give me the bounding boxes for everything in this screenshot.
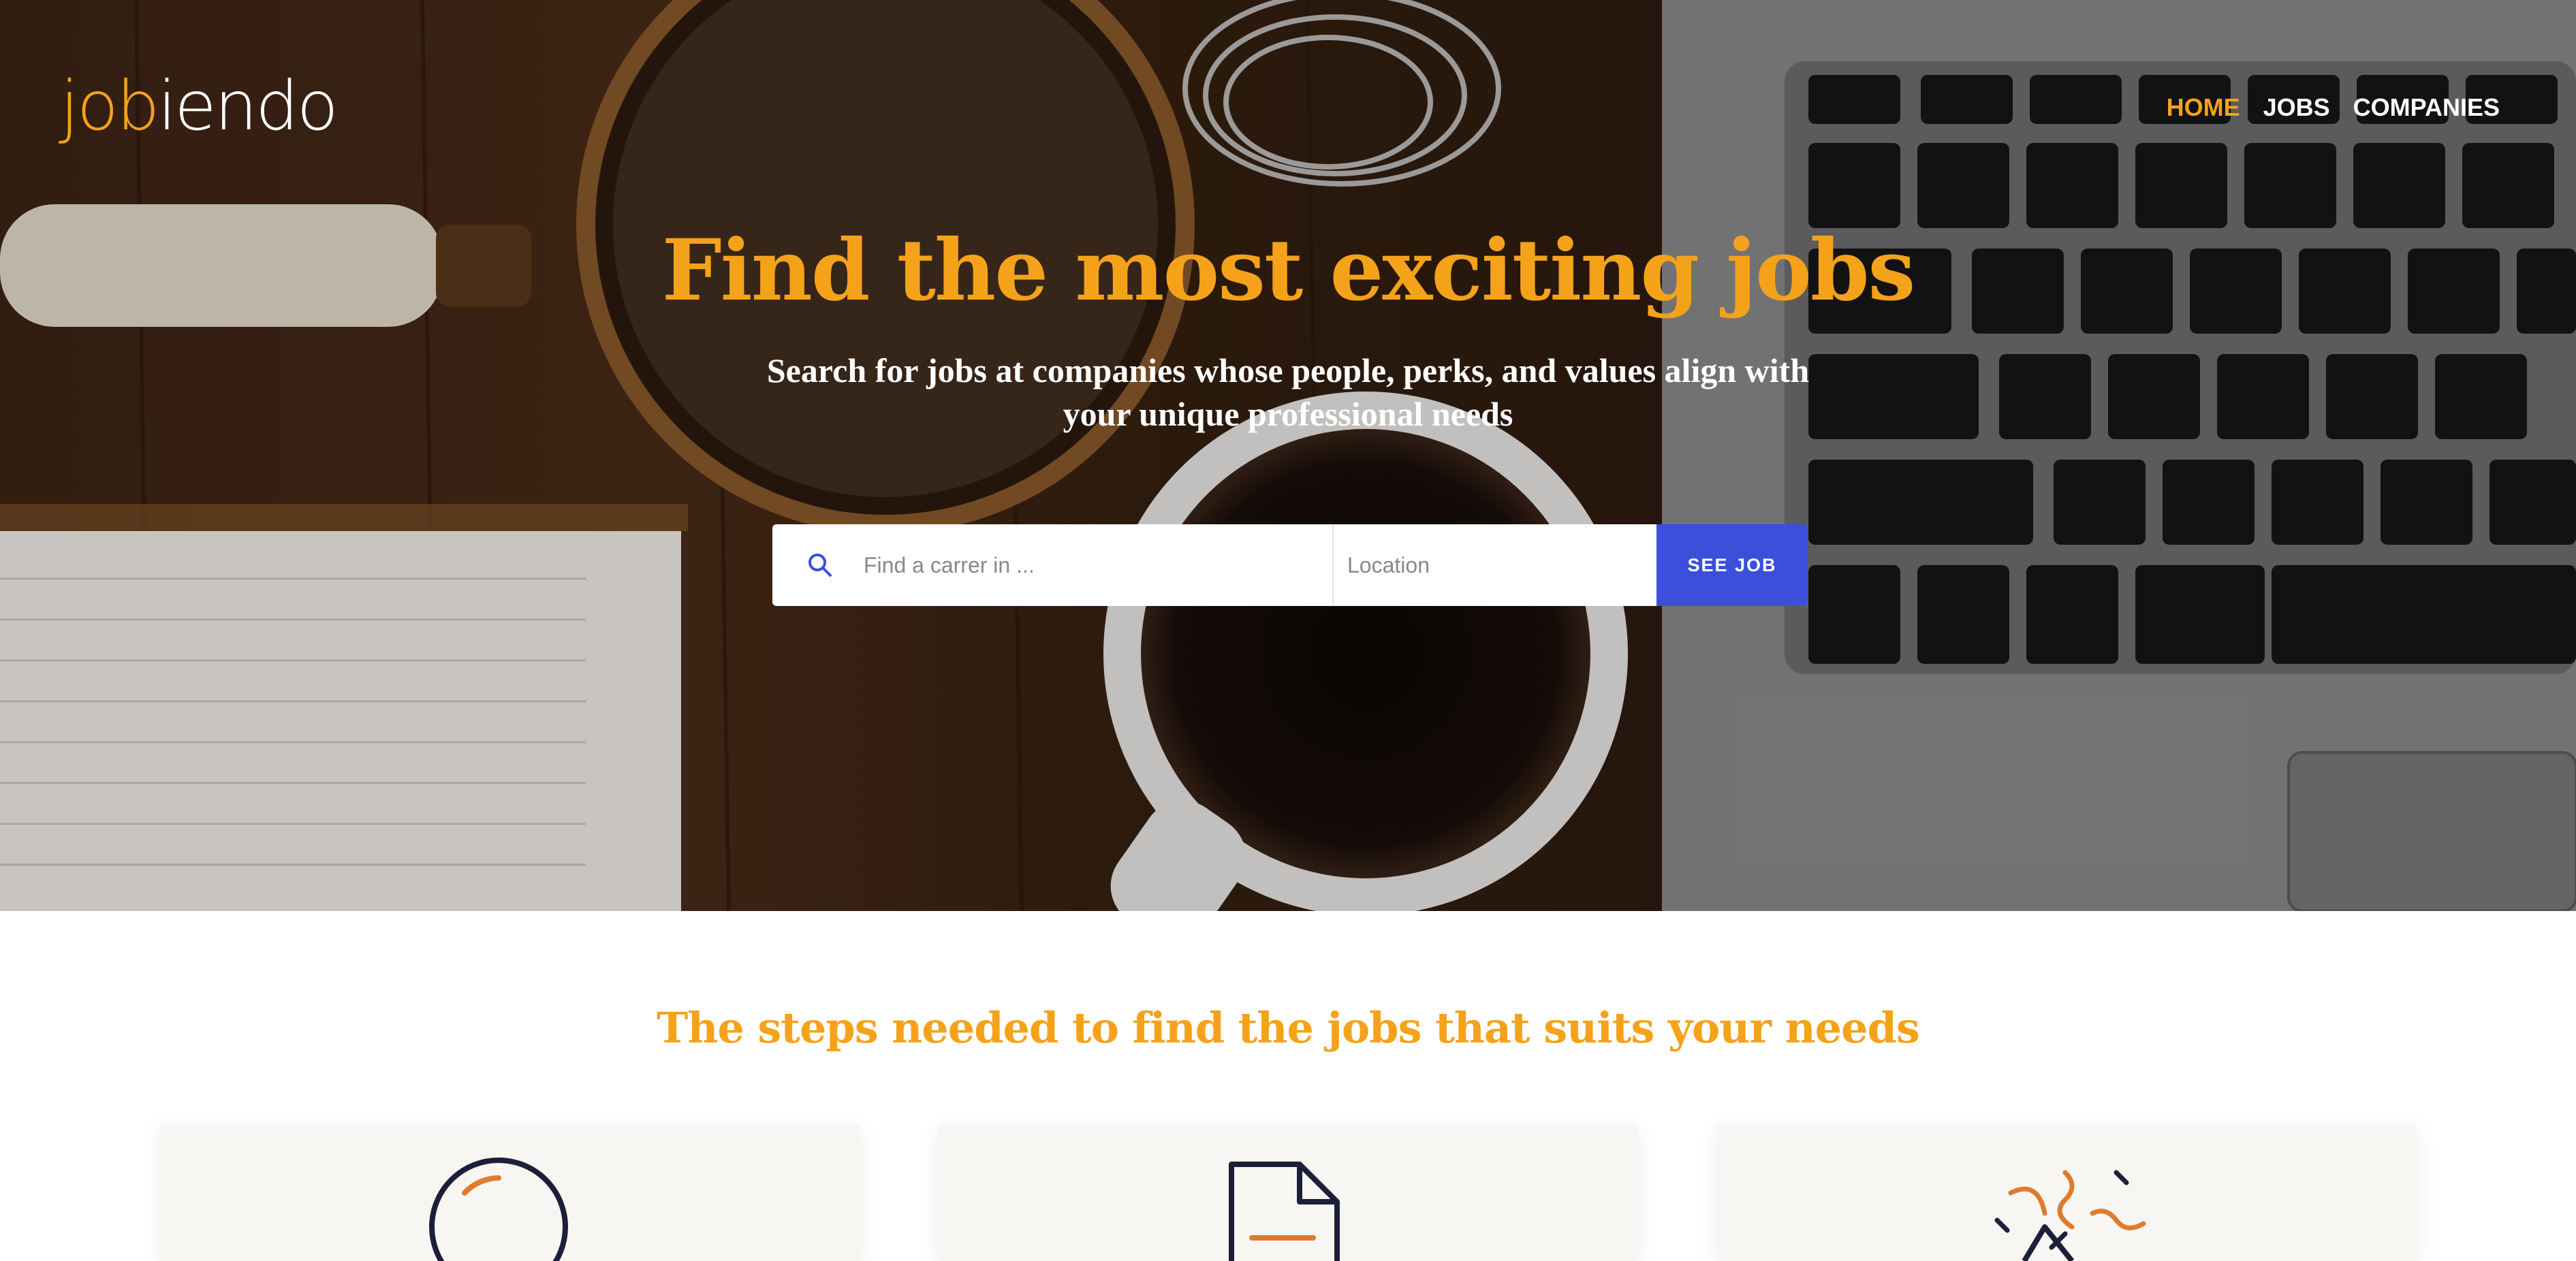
nav-item-companies[interactable]: COMPANIES [2353, 90, 2500, 125]
steps-section-title: The steps needed to find the jobs that s… [657, 1003, 1920, 1053]
magnifier-icon [429, 1158, 568, 1261]
logo-part-job: job [60, 66, 159, 146]
brand-logo[interactable]: jobiendo [60, 65, 339, 147]
step-card-apply [939, 1125, 1637, 1261]
hero-overlay [0, 0, 2576, 911]
search-icon-container [772, 524, 854, 606]
see-job-button[interactable]: SEE JOB [1656, 524, 1808, 606]
document-icon [1229, 1162, 1340, 1261]
hero-section: jobiendo HOME JOBS COMPANIES Find the mo… [0, 0, 2576, 911]
location-input[interactable] [1334, 524, 1656, 606]
job-search-form: SEE JOB [772, 524, 1808, 606]
search-icon [808, 554, 832, 577]
step-card-search [161, 1125, 860, 1261]
celebration-icon [1994, 1170, 2146, 1261]
step-card-celebrate [1718, 1125, 2417, 1261]
nav-item-jobs[interactable]: JOBS [2263, 90, 2330, 125]
logo-part-iendo: iendo [157, 66, 338, 146]
nav-item-home[interactable]: HOME [2167, 90, 2240, 125]
main-nav: HOME JOBS COMPANIES [2167, 90, 2500, 125]
hero-title: Find the most exciting jobs [661, 221, 1916, 320]
career-search-input[interactable] [854, 524, 1332, 606]
hero-subtitle: Search for jobs at companies whose peopl… [766, 351, 1810, 433]
